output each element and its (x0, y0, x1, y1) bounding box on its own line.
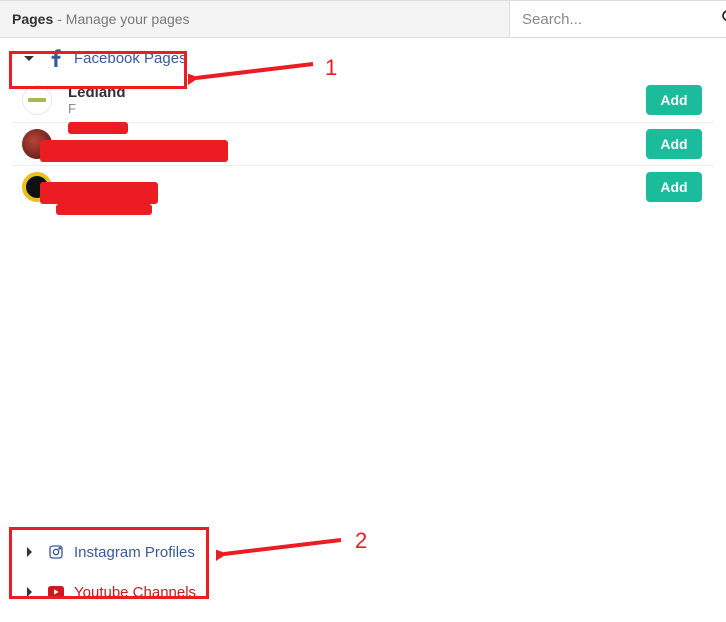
page-title: Pages (12, 11, 53, 27)
avatar (22, 172, 52, 202)
list-item: Ledland F Add (12, 78, 714, 123)
row-text: Ledland F (68, 84, 646, 116)
pages-list: Ledland F Add s Add Add (12, 78, 714, 208)
youtube-section-label: Youtube Channels (74, 584, 196, 601)
youtube-icon (48, 585, 64, 599)
caret-right-icon (27, 587, 37, 597)
search-area (510, 1, 726, 37)
search-input[interactable] (522, 11, 721, 28)
instagram-section[interactable]: Instagram Profiles (12, 532, 714, 572)
caret-down-icon (24, 56, 34, 66)
page-title-area: Pages - Manage your pages (0, 1, 510, 37)
add-button[interactable]: Add (646, 172, 702, 202)
add-button[interactable]: Add (646, 85, 702, 115)
youtube-section[interactable]: Youtube Channels (12, 572, 714, 612)
add-button[interactable]: Add (646, 129, 702, 159)
facebook-pages-section[interactable]: Facebook Pages (12, 38, 714, 78)
page-subtitle: - Manage your pages (57, 11, 189, 27)
avatar (22, 129, 52, 159)
avatar (22, 85, 52, 115)
facebook-icon (48, 49, 64, 67)
list-item: s Add (12, 123, 714, 166)
top-bar: Pages - Manage your pages (0, 0, 726, 38)
instagram-section-label: Instagram Profiles (74, 544, 195, 561)
caret-right-icon (27, 547, 37, 557)
facebook-section-label: Facebook Pages (74, 50, 187, 67)
list-item: Add (12, 166, 714, 208)
page-name: Ledland (68, 84, 646, 101)
page-sub: s (68, 137, 646, 152)
instagram-icon (48, 544, 64, 560)
row-text: s (68, 137, 646, 152)
search-icon[interactable] (721, 9, 726, 30)
page-sub: F (68, 101, 646, 116)
